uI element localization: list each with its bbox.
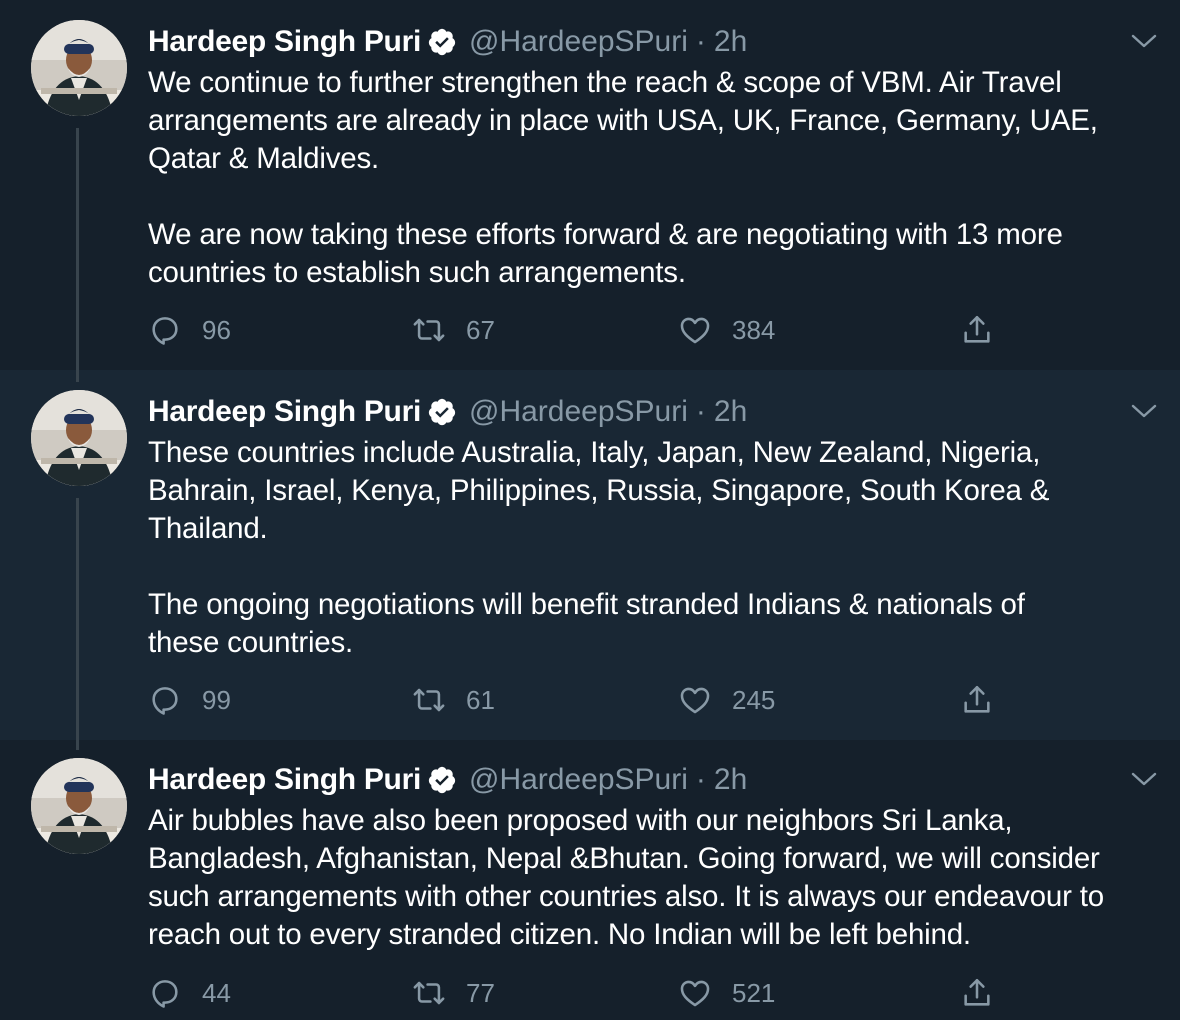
tweet-header: Hardeep Singh Puri @HardeepSPuri · 2h [148, 22, 747, 62]
tweet-text: Air bubbles have also been proposed with… [148, 804, 1104, 951]
timestamp[interactable]: 2h [714, 25, 747, 59]
retweet-button[interactable]: 77 [412, 973, 495, 1013]
timestamp[interactable]: 2h [714, 395, 747, 429]
retweet-count: 67 [466, 314, 495, 345]
reply-button[interactable]: 99 [148, 680, 231, 720]
reply-icon [152, 687, 178, 715]
retweet-button[interactable]: 61 [412, 680, 495, 720]
tweet-actions: 96 67 384 [148, 310, 1028, 350]
thread-connector-line [76, 498, 79, 750]
author-name[interactable]: Hardeep Singh Puri [148, 25, 421, 59]
like-count: 521 [732, 977, 776, 1008]
reply-icon [152, 317, 178, 345]
retweet-button[interactable]: 67 [412, 310, 495, 350]
tweet-text: We continue to further strengthen the re… [148, 66, 1098, 289]
reply-count: 99 [202, 684, 231, 715]
verified-badge-icon [428, 398, 456, 426]
author-handle[interactable]: @HardeepSPuri [469, 395, 688, 429]
tweet[interactable]: Hardeep Singh Puri @HardeepSPuri · 2h Th… [0, 370, 1180, 750]
reply-button[interactable]: 44 [148, 973, 231, 1013]
verified-badge-icon [428, 766, 456, 794]
like-button[interactable]: 384 [678, 310, 775, 350]
heart-icon [680, 687, 710, 714]
author-name[interactable]: Hardeep Singh Puri [148, 763, 421, 797]
tweet-thread: Hardeep Singh Puri @HardeepSPuri · 2h We… [0, 0, 1180, 1020]
author-handle[interactable]: @HardeepSPuri [469, 25, 688, 59]
heart-icon [680, 980, 710, 1007]
reply-icon [152, 980, 178, 1008]
separator-dot: · [695, 395, 706, 428]
author-name[interactable]: Hardeep Singh Puri [148, 395, 421, 429]
reply-count: 44 [202, 977, 231, 1008]
retweet-icon [413, 318, 445, 342]
share-icon [964, 315, 990, 343]
tweet[interactable]: Hardeep Singh Puri @HardeepSPuri · 2h We… [0, 0, 1180, 380]
share-button[interactable] [960, 680, 1014, 720]
tweet-text: These countries include Australia, Italy… [148, 436, 1050, 659]
share-button[interactable] [960, 310, 1014, 350]
thread-connector-line [76, 740, 79, 750]
share-icon [964, 685, 990, 713]
like-count: 384 [732, 314, 776, 345]
avatar[interactable] [31, 20, 127, 116]
chevron-down-icon[interactable] [1130, 400, 1158, 422]
tweet-actions: 99 61 245 [148, 680, 1028, 720]
chevron-down-icon[interactable] [1130, 30, 1158, 52]
share-icon [964, 978, 990, 1006]
avatar[interactable] [31, 390, 127, 486]
share-button[interactable] [960, 973, 1014, 1013]
reply-count: 96 [202, 314, 231, 345]
author-handle[interactable]: @HardeepSPuri [469, 763, 688, 797]
separator-dot: · [695, 763, 706, 796]
retweet-count: 77 [466, 977, 495, 1008]
like-button[interactable]: 521 [678, 973, 775, 1013]
retweet-icon [413, 688, 445, 712]
tweet-actions: 44 77 521 [148, 973, 1028, 1013]
like-button[interactable]: 245 [678, 680, 775, 720]
chevron-down-icon[interactable] [1130, 768, 1158, 790]
like-count: 245 [732, 684, 776, 715]
reply-button[interactable]: 96 [148, 310, 231, 350]
tweet-header: Hardeep Singh Puri @HardeepSPuri · 2h [148, 760, 747, 800]
thread-connector-line [76, 370, 79, 382]
verified-badge-icon [428, 28, 456, 56]
tweet-header: Hardeep Singh Puri @HardeepSPuri · 2h [148, 392, 747, 432]
retweet-icon [413, 981, 445, 1005]
timestamp[interactable]: 2h [714, 763, 747, 797]
tweet[interactable]: Hardeep Singh Puri @HardeepSPuri · 2h Ai… [0, 740, 1180, 1020]
separator-dot: · [695, 25, 706, 58]
thread-connector-line [76, 128, 79, 380]
heart-icon [680, 317, 710, 344]
retweet-count: 61 [466, 684, 495, 715]
avatar[interactable] [31, 758, 127, 854]
